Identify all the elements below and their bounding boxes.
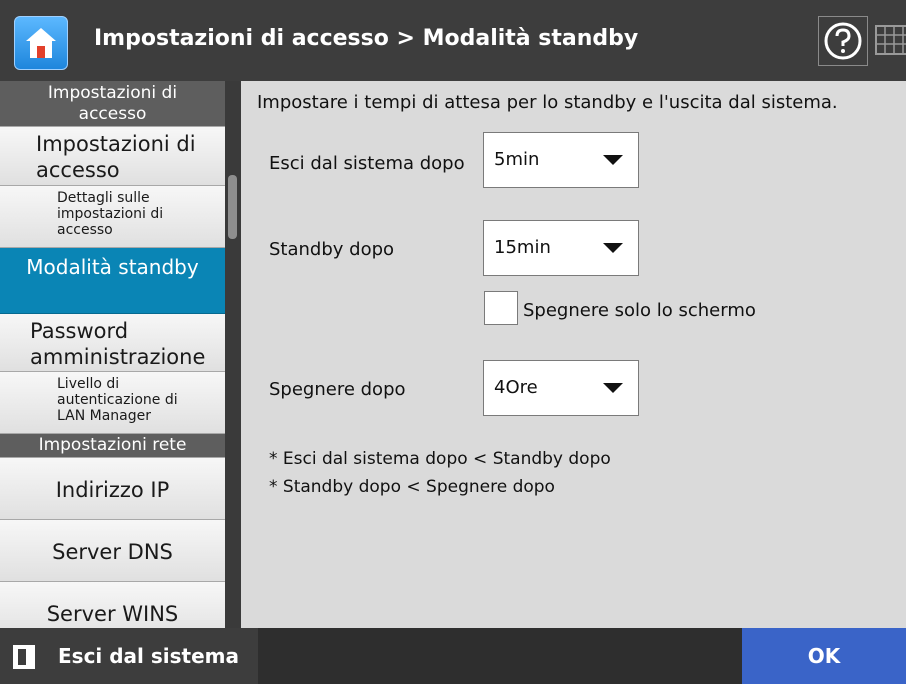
- app-window: Impostazioni di accesso > Modalità stand…: [0, 0, 906, 684]
- screen-only-label: Spegnere solo lo schermo: [523, 300, 756, 321]
- sidebar-item-label: Password amministrazione: [30, 319, 206, 369]
- logout-after-dropdown[interactable]: 5min: [483, 132, 639, 188]
- sidebar-item-label: Livello di autenticazione di LAN Manager: [57, 376, 178, 424]
- main-content: Impostare i tempi di attesa per lo stand…: [241, 81, 906, 628]
- sidebar-item-label: Modalità standby: [26, 255, 199, 279]
- help-icon: [824, 22, 862, 60]
- standby-after-dropdown[interactable]: 15min: [483, 220, 639, 276]
- logout-icon: [13, 645, 35, 669]
- header-bar: Impostazioni di accesso > Modalità stand…: [0, 0, 906, 82]
- sidebar-scrollbar[interactable]: [228, 81, 238, 628]
- sidebar-item-label: Impostazioni di accesso: [36, 132, 196, 182]
- sidebar-section-access: Impostazioni di accesso: [0, 81, 225, 127]
- sidebar-item-label: Server DNS: [52, 540, 173, 564]
- sidebar-item-wins-server[interactable]: Server WINS: [0, 582, 225, 628]
- sidebar-section-network-label: Impostazioni rete: [38, 435, 187, 455]
- note-line: * Esci dal sistema dopo < Standby dopo: [269, 449, 611, 469]
- sidebar-scrollbar-thumb[interactable]: [228, 175, 237, 239]
- sidebar-item-standby[interactable]: Modalità standby: [0, 248, 225, 314]
- sidebar-item-label: Indirizzo IP: [55, 478, 170, 502]
- screen-only-checkbox[interactable]: [484, 291, 518, 325]
- help-button[interactable]: [818, 16, 868, 66]
- chevron-down-icon: [603, 383, 623, 393]
- chevron-down-icon: [603, 243, 623, 253]
- logout-label: Esci dal sistema: [58, 644, 239, 668]
- sidebar-item-ip-address[interactable]: Indirizzo IP: [0, 458, 225, 520]
- sidebar-item-admin-password[interactable]: Password amministrazione: [0, 314, 225, 372]
- shutdown-after-label: Spegnere dopo: [269, 379, 406, 400]
- sidebar-section-access-label: Impostazioni di accesso: [47, 83, 178, 124]
- sidebar: Impostazioni di accesso Impostazioni di …: [0, 81, 241, 628]
- note-line: * Standby dopo < Spegnere dopo: [269, 477, 555, 497]
- page-title: Impostazioni di accesso > Modalità stand…: [94, 26, 639, 51]
- sidebar-item-access-details[interactable]: Dettagli sulle impostazioni di accesso: [0, 186, 225, 248]
- chevron-down-icon: [603, 155, 623, 165]
- sidebar-item-access-settings[interactable]: Impostazioni di accesso: [0, 127, 225, 186]
- logout-button[interactable]: Esci dal sistema: [0, 628, 258, 684]
- sidebar-item-dns-server[interactable]: Server DNS: [0, 520, 225, 582]
- sidebar-list: Impostazioni di accesso Impostazioni di …: [0, 81, 225, 628]
- sidebar-item-label: Dettagli sulle impostazioni di accesso: [57, 190, 164, 238]
- shutdown-after-dropdown[interactable]: 4Ore: [483, 360, 639, 416]
- sidebar-item-label: Server WINS: [46, 602, 179, 626]
- ok-button[interactable]: OK: [742, 628, 906, 684]
- standby-after-value: 15min: [494, 237, 551, 258]
- home-icon: [26, 28, 56, 58]
- keyboard-button[interactable]: [872, 16, 906, 66]
- shutdown-after-value: 4Ore: [494, 377, 538, 398]
- logout-after-label: Esci dal sistema dopo: [269, 153, 465, 174]
- sidebar-section-network: Impostazioni rete: [0, 434, 225, 458]
- keyboard-icon: [875, 25, 906, 55]
- home-button[interactable]: [14, 16, 68, 70]
- sidebar-item-lan-manager[interactable]: Livello di autenticazione di LAN Manager: [0, 372, 225, 434]
- standby-after-label: Standby dopo: [269, 239, 395, 260]
- footer-bar: Esci dal sistema OK: [0, 628, 906, 684]
- ok-label: OK: [807, 644, 841, 668]
- logout-after-value: 5min: [494, 149, 540, 170]
- instruction-text: Impostare i tempi di attesa per lo stand…: [257, 92, 838, 113]
